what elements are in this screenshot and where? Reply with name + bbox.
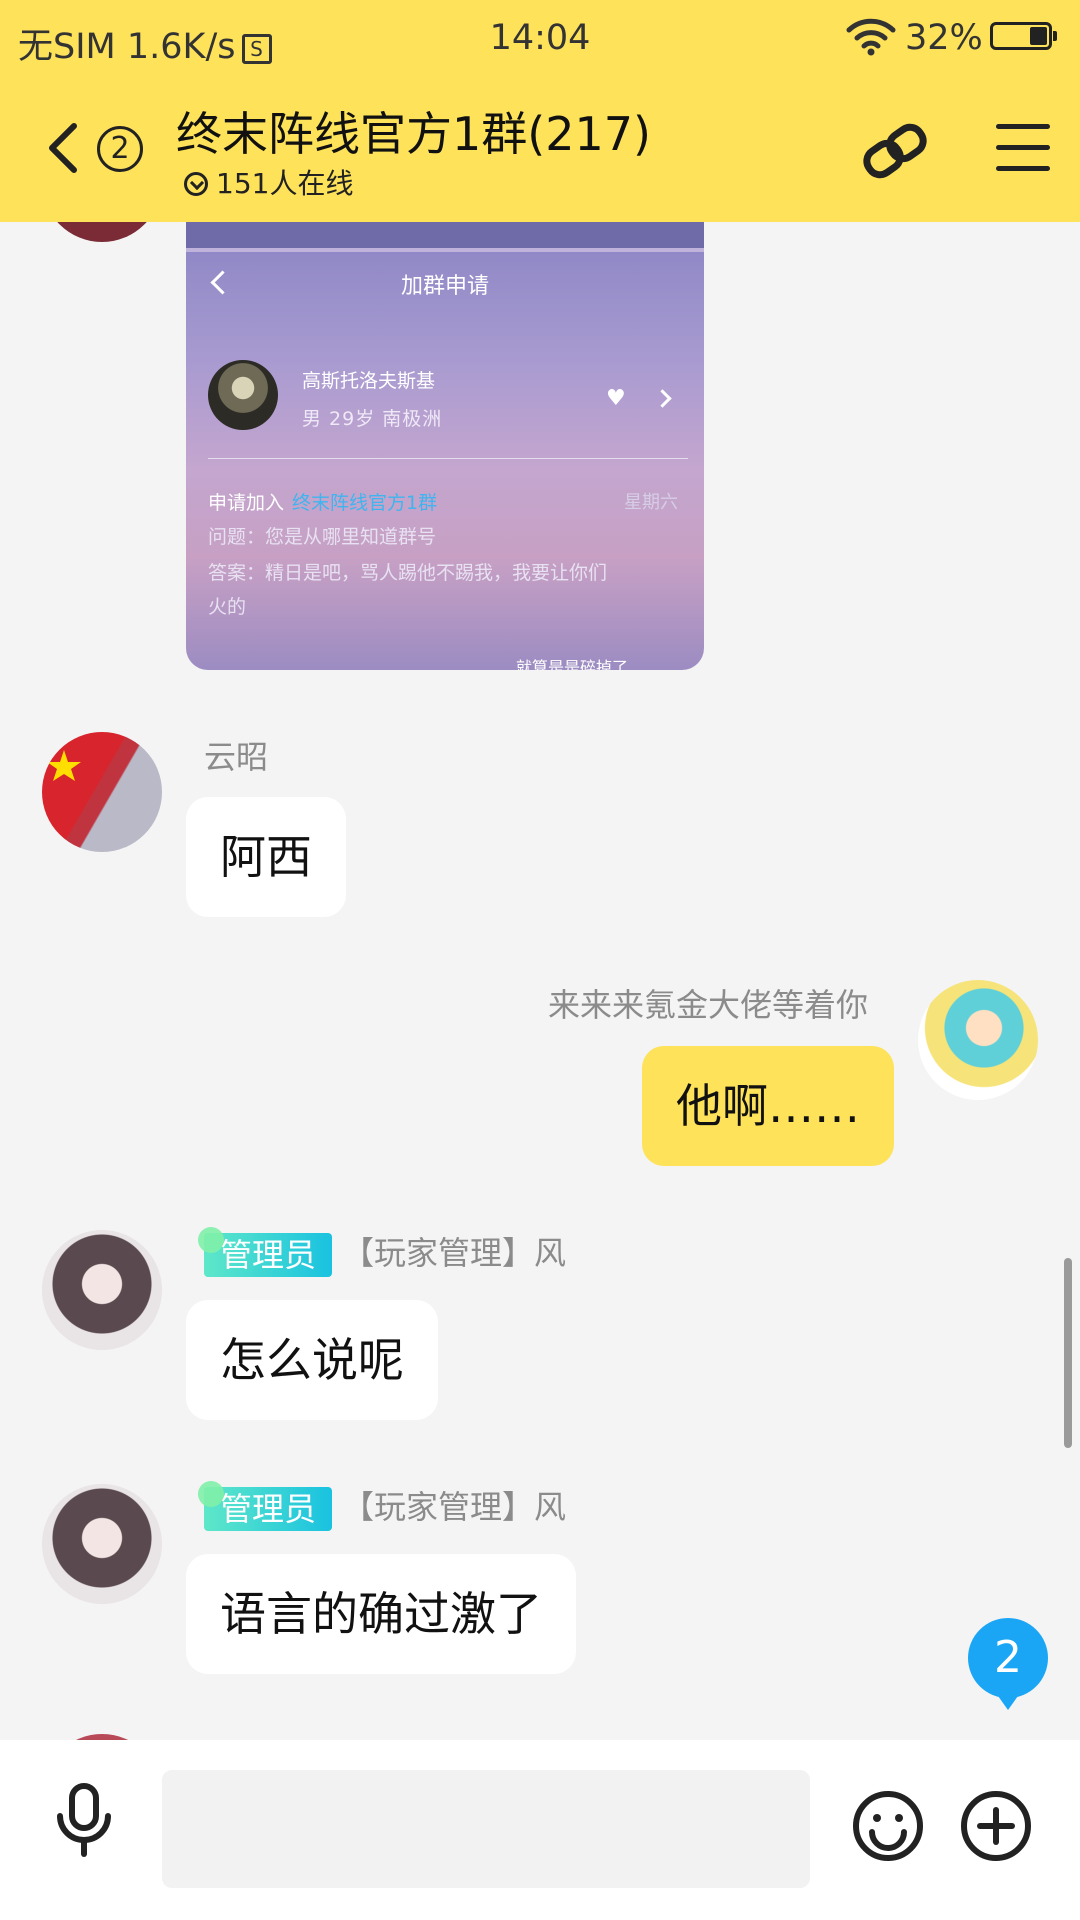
avatar[interactable]: [42, 222, 162, 242]
chat-header: 无SIM 1.6K/s S 14:04 32% 2 终末阵线官方1群(217) 1…: [0, 0, 1080, 222]
scrollbar[interactable]: [1064, 1258, 1072, 1448]
message-input[interactable]: [162, 1770, 810, 1888]
microphone-icon[interactable]: [52, 1782, 116, 1858]
star-icon: [47, 750, 81, 781]
apply-question: 问题：您是从哪里知道群号: [208, 526, 437, 548]
plus-icon[interactable]: [960, 1790, 1032, 1862]
chat-area[interactable]: 加群申请 高斯托洛夫斯基 男 29岁 南极洲 ♥ 申请加入 终末阵线官方1群 星期…: [0, 222, 1080, 1740]
screenshot-title: 加群申请: [400, 274, 489, 299]
chevron-down-icon: [184, 172, 208, 196]
link-icon[interactable]: [856, 116, 934, 186]
apply-day: 星期六: [624, 492, 678, 513]
status-bar: 无SIM 1.6K/s S 14:04 32%: [0, 0, 1080, 78]
unread-back-badge[interactable]: 2: [97, 126, 143, 172]
online-count[interactable]: 151人在线: [184, 162, 353, 202]
admin-badge: 管理员: [197, 1481, 333, 1531]
message-bubble[interactable]: 怎么说呢: [186, 1300, 438, 1420]
applicant-info: 男 29岁 南极洲: [302, 408, 443, 430]
emoji-icon[interactable]: [852, 1790, 924, 1862]
wifi-icon: [846, 18, 896, 56]
battery-percent: 32%: [905, 18, 983, 58]
apply-line: 申请加入 终末阵线官方1群: [208, 492, 438, 514]
my-message-bubble[interactable]: 他啊……: [642, 1046, 894, 1166]
input-bar: [0, 1740, 1080, 1920]
message-bubble[interactable]: 阿西: [186, 797, 346, 917]
avatar[interactable]: [42, 1484, 162, 1604]
sender-line: 管理员 【玩家管理】风: [197, 1227, 566, 1277]
heart-icon: ♥: [606, 386, 626, 411]
back-arrow-icon[interactable]: [40, 118, 84, 178]
screenshot-image-message[interactable]: 加群申请 高斯托洛夫斯基 男 29岁 南极洲 ♥ 申请加入 终末阵线官方1群 星期…: [186, 222, 704, 670]
sender-line: 管理员 【玩家管理】风: [197, 1481, 566, 1531]
sender-name: 云昭: [204, 738, 269, 776]
avatar[interactable]: [918, 980, 1038, 1100]
message-bubble[interactable]: 语言的确过激了: [186, 1554, 576, 1674]
group-title[interactable]: 终末阵线官方1群(217): [176, 98, 651, 164]
battery-level: [1030, 27, 1047, 45]
avatar[interactable]: [42, 1230, 162, 1350]
admin-badge: 管理员: [197, 1227, 333, 1277]
applicant-avatar: [208, 360, 278, 430]
menu-icon[interactable]: [996, 124, 1050, 172]
apply-answer: 答案：精日是吧，骂人踢他不踢我，我要让你们火的: [208, 562, 608, 618]
applicant-name: 高斯托洛夫斯基: [302, 370, 436, 392]
avatar[interactable]: [42, 732, 162, 852]
new-message-badge[interactable]: 2: [968, 1618, 1048, 1710]
chevron-right-icon: [653, 389, 672, 408]
screenshot-footer: 就算是是碎掉了: [516, 658, 629, 670]
battery-icon: [990, 22, 1057, 50]
sender-name: 来来来氪金大佬等着你: [547, 986, 868, 1024]
